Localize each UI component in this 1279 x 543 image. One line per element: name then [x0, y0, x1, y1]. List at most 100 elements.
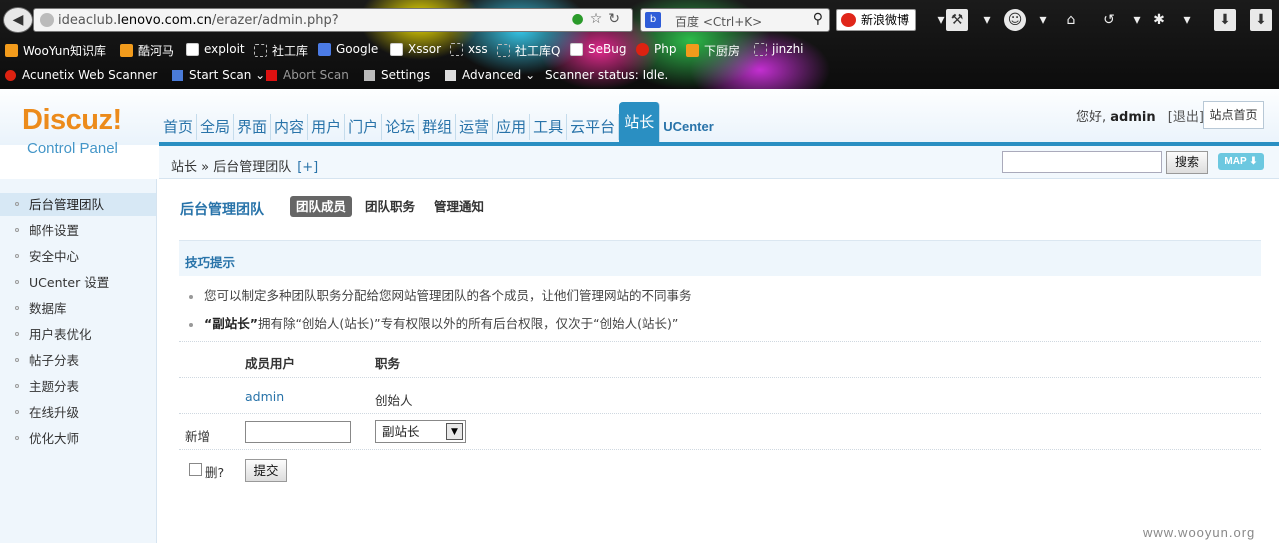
rss-icon	[5, 44, 18, 57]
magnifier-icon[interactable]: ⚲	[813, 11, 823, 27]
sidebar-item-ucenter[interactable]: UCenter 设置	[0, 271, 156, 294]
nav-user[interactable]: 用户	[308, 114, 346, 140]
sidebar-item-security[interactable]: 安全中心	[0, 245, 156, 268]
acunetix-icon	[5, 69, 16, 81]
sidebar-item-mail[interactable]: 邮件设置	[0, 219, 156, 242]
weibo-button[interactable]: 新浪微博	[836, 9, 916, 31]
bookmark-item[interactable]: Php	[636, 42, 676, 56]
bookmark-item[interactable]: 下厨房	[686, 42, 740, 59]
nav-content[interactable]: 内容	[271, 114, 309, 140]
nav-founder[interactable]: 站长	[619, 102, 661, 142]
bookmark-item[interactable]: 社工库Q	[497, 42, 560, 59]
bookmark-item[interactable]: SeBug	[570, 42, 626, 56]
bookmark-item[interactable]: 社工库	[254, 42, 308, 59]
acunetix-label[interactable]: Acunetix Web Scanner	[5, 68, 157, 82]
divider	[179, 413, 1261, 414]
history-icon[interactable]: ↺	[1098, 9, 1120, 31]
rss-icon	[120, 44, 133, 57]
nav-home[interactable]: 首页	[160, 114, 198, 140]
star-icon[interactable]: ☆	[590, 11, 609, 27]
bookmark-item[interactable]: xss	[450, 42, 488, 56]
nav-app[interactable]: 应用	[493, 114, 531, 140]
dropdown-icon[interactable]: ▾	[1176, 9, 1198, 31]
settings-button[interactable]: Settings	[364, 68, 430, 82]
sidebar-item-thread-split[interactable]: 主题分表	[0, 375, 156, 398]
nav-operation[interactable]: 运营	[456, 114, 494, 140]
tool-icon[interactable]: ⚒	[946, 9, 968, 31]
nav-global[interactable]: 全局	[197, 114, 235, 140]
dropdown-icon[interactable]: ▾	[1032, 9, 1054, 31]
addon-icon[interactable]: ☺	[1004, 9, 1026, 31]
dropdown-icon[interactable]: ▾	[1126, 9, 1148, 31]
back-button[interactable]: ◀	[3, 7, 33, 33]
kitchen-icon	[686, 44, 699, 57]
bookmark-icon	[754, 42, 767, 56]
sidebar-item-usertable[interactable]: 用户表优化	[0, 323, 156, 346]
download-manager-icon[interactable]: ⬇	[1250, 9, 1272, 31]
sidebar-item-database[interactable]: 数据库	[0, 297, 156, 320]
discuz-logo[interactable]: Discuz!	[22, 104, 122, 137]
start-scan-button[interactable]: Start Scan ⌄	[172, 68, 265, 82]
add-shortcut-link[interactable]: [+]	[297, 160, 318, 175]
nav-tools[interactable]: 工具	[530, 114, 568, 140]
baidu-icon[interactable]: b	[645, 12, 661, 28]
site-home-button[interactable]: 站点首页	[1203, 101, 1264, 129]
nav-group[interactable]: 群组	[419, 114, 457, 140]
bullet-icon	[15, 332, 19, 336]
submit-button[interactable]: 提交	[245, 459, 287, 482]
start-icon	[172, 69, 183, 81]
map-button[interactable]: MAP ⬇	[1218, 153, 1264, 170]
nav-portal[interactable]: 门户	[345, 114, 383, 140]
bookmark-item[interactable]: WooYun知识库	[5, 42, 106, 59]
refresh-icon[interactable]: ↻	[608, 11, 626, 27]
dropdown-icon[interactable]: ▾	[976, 9, 998, 31]
download-icon[interactable]: ⬇	[1214, 9, 1236, 31]
tab-admin-notice[interactable]: 管理通知	[428, 196, 490, 217]
chevron-down-icon: ▼	[446, 423, 463, 440]
back-arrow-icon: ◀	[12, 12, 24, 28]
nav-cloud[interactable]: 云平台	[567, 114, 620, 140]
advanced-button[interactable]: Advanced ⌄	[445, 68, 535, 82]
bookmark-icon	[254, 44, 267, 57]
delete-label: 删?	[205, 465, 225, 480]
admin-search-button[interactable]: 搜索	[1166, 151, 1208, 174]
browser-right-tools: ▾ ⚒ ▾ ☺ ▾ ⌂ ↺ ▾ ✱ ▾ ⬇ ⬇	[930, 9, 1275, 31]
new-member-input[interactable]	[245, 421, 351, 443]
bookmark-item[interactable]: exploit	[186, 42, 245, 56]
bullet-icon	[15, 410, 19, 414]
tab-team-roles[interactable]: 团队职务	[359, 196, 421, 217]
logout-link[interactable]: [退出]	[1168, 110, 1204, 125]
google-icon	[318, 42, 331, 56]
bookmark-item[interactable]: Google	[318, 42, 378, 56]
go-icon[interactable]: ●	[571, 11, 589, 27]
delete-checkbox[interactable]	[189, 463, 202, 476]
bookmark-item[interactable]: Xssor	[390, 42, 441, 56]
chevron-down-icon: ⌄	[251, 68, 266, 82]
nav-forum[interactable]: 论坛	[382, 114, 420, 140]
member-role: 创始人	[375, 393, 413, 408]
sidebar-item-upgrade[interactable]: 在线升级	[0, 401, 156, 424]
sidebar-item-optimizer[interactable]: 优化大师	[0, 427, 156, 450]
sidebar-item-post-split[interactable]: 帖子分表	[0, 349, 156, 372]
tab-team-members[interactable]: 团队成员	[290, 196, 353, 217]
bookmark-item[interactable]: 酷河马	[120, 42, 174, 59]
breadcrumb-bar: 站长 » 后台管理团队 [+] 搜索 MAP ⬇	[159, 146, 1279, 179]
abort-scan-button[interactable]: Abort Scan	[266, 68, 349, 82]
control-panel-label: Control Panel	[27, 140, 118, 157]
bookmark-item[interactable]: jinzhi	[754, 42, 804, 56]
home-icon[interactable]: ⌂	[1060, 9, 1082, 31]
nav-ucenter[interactable]: UCenter	[660, 114, 717, 140]
column-header-member: 成员用户	[245, 356, 296, 371]
role-select[interactable]: 副站长 ▼	[375, 420, 466, 443]
bullet-icon	[189, 322, 193, 327]
member-link[interactable]: admin	[245, 389, 284, 404]
nav-style[interactable]: 界面	[234, 114, 272, 140]
w3-icon	[636, 42, 649, 56]
admin-search-input[interactable]	[1002, 151, 1162, 173]
sidebar-item-admin-team[interactable]: 后台管理团队	[0, 193, 156, 216]
bullet-icon	[15, 254, 19, 258]
browser-search-box[interactable]: b 百度 <Ctrl+K> ⚲	[640, 8, 830, 32]
extension-icon[interactable]: ✱	[1148, 9, 1170, 31]
wrench-icon	[364, 69, 375, 81]
address-bar[interactable]: ideaclub.lenovo.com.cn/erazer/admin.php?…	[33, 8, 633, 32]
